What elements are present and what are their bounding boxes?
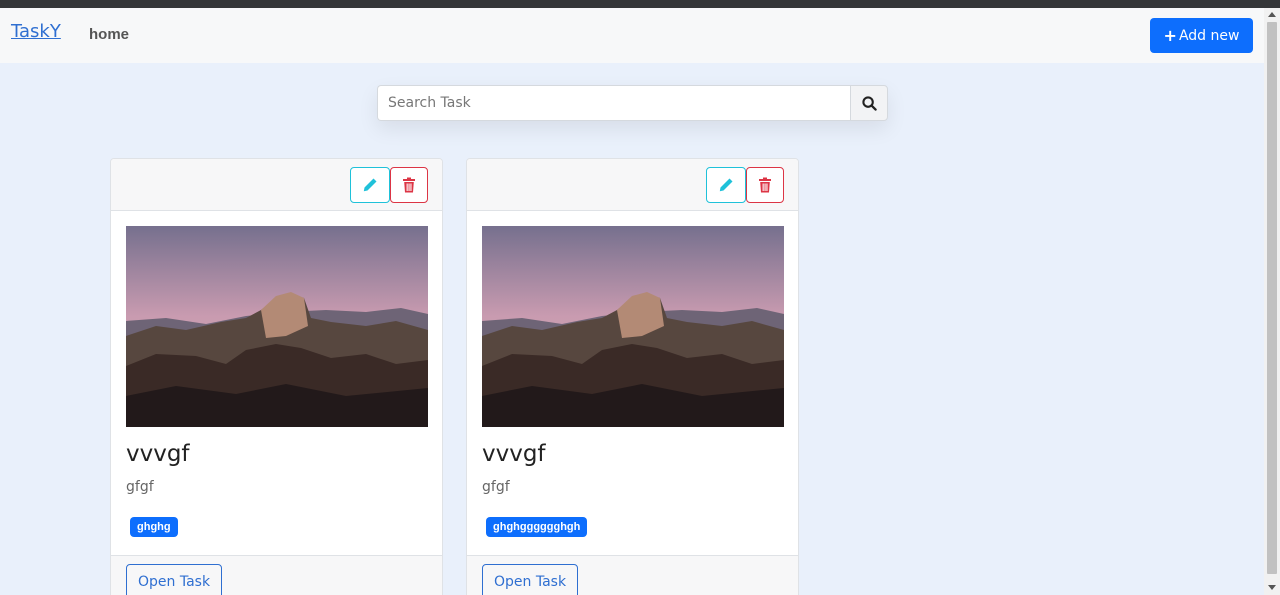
edit-button[interactable] [350, 167, 390, 203]
search-button[interactable] [850, 85, 888, 121]
open-task-button[interactable]: Open Task [482, 564, 579, 595]
trash-icon [403, 177, 415, 193]
task-tag-badge: ghghgggggghgh [486, 517, 588, 537]
search-icon [861, 95, 877, 111]
scroll-up-arrow-icon[interactable] [1268, 12, 1276, 17]
scroll-down-arrow-icon[interactable] [1268, 585, 1276, 590]
delete-button[interactable] [390, 167, 428, 203]
browser-top-strip [0, 0, 1280, 8]
card-title: vvvgf [126, 441, 190, 467]
task-tag-badge: ghghg [130, 517, 178, 537]
plus-icon: + [1163, 26, 1177, 45]
search-bar [377, 85, 888, 121]
card-header [467, 159, 798, 211]
navbar: TaskY home + Add new [0, 8, 1264, 63]
card-footer: Open Task [467, 555, 798, 595]
card-image [126, 226, 428, 427]
card-title: vvvgf [482, 441, 546, 467]
edit-button[interactable] [706, 167, 746, 203]
card-image [482, 226, 784, 427]
trash-icon [759, 177, 771, 193]
add-new-label: Add new [1178, 27, 1240, 44]
delete-button[interactable] [746, 167, 784, 203]
scrollbar-thumb[interactable] [1267, 22, 1277, 574]
pencil-icon [363, 178, 377, 192]
nav-home-link[interactable]: home [89, 26, 129, 43]
vertical-scrollbar[interactable] [1264, 8, 1280, 595]
card-footer: Open Task [111, 555, 442, 595]
card-description: gfgf [482, 479, 510, 495]
pencil-icon [719, 178, 733, 192]
search-input[interactable] [377, 85, 850, 121]
open-task-button[interactable]: Open Task [126, 564, 223, 595]
brand-link[interactable]: TaskY [11, 21, 61, 42]
task-card: vvvgf gfgf ghghg Open Task [110, 158, 443, 595]
card-header [111, 159, 442, 211]
task-card: vvvgf gfgf ghghgggggghgh Open Task [466, 158, 799, 595]
add-new-button[interactable]: + Add new [1150, 18, 1253, 53]
card-description: gfgf [126, 479, 154, 495]
